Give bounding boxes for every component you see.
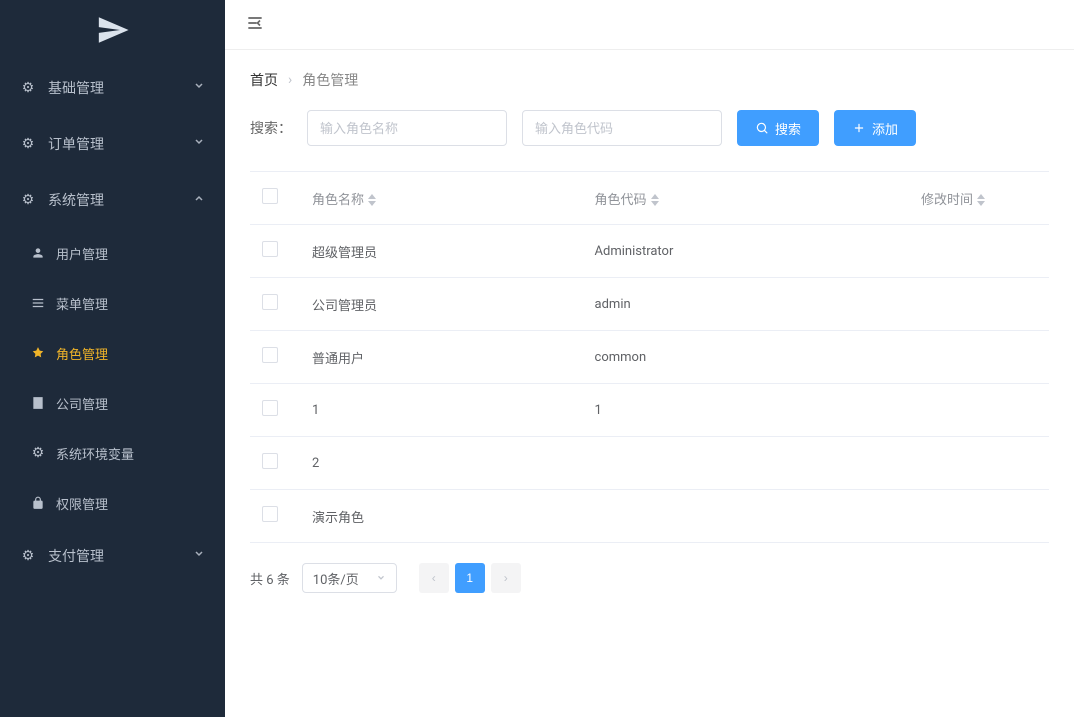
building-icon xyxy=(30,395,46,411)
sidebar-subitem-user[interactable]: 用户管理 xyxy=(0,228,225,278)
topbar xyxy=(225,0,1074,50)
sidebar-subitem-label: 系统环境变量 xyxy=(56,444,134,463)
breadcrumb-current: 角色管理 xyxy=(302,70,358,90)
chevron-down-icon xyxy=(193,136,205,152)
sidebar-subitem-label: 角色管理 xyxy=(56,344,108,363)
prev-page-button[interactable]: ‹ xyxy=(419,563,449,593)
page-size-select[interactable]: 10条/页 xyxy=(302,563,397,593)
add-button-label: 添加 xyxy=(872,119,898,138)
cell-code: common xyxy=(583,331,909,384)
select-all-checkbox[interactable] xyxy=(262,188,278,204)
list-icon xyxy=(30,295,46,311)
sort-icon xyxy=(977,194,985,206)
table-row[interactable]: 普通用户 common xyxy=(250,331,1049,384)
lock-icon xyxy=(30,495,46,511)
cell-mtime xyxy=(909,490,1049,543)
total-label: 共 6 条 xyxy=(250,569,290,588)
breadcrumb: 首页 › 角色管理 xyxy=(250,70,1049,90)
add-button[interactable]: 添加 xyxy=(834,110,916,146)
search-row: 搜索： 搜索 添加 xyxy=(250,110,1049,146)
sidebar-item-label: 订单管理 xyxy=(48,134,104,154)
page-1-button[interactable]: 1 xyxy=(455,563,485,593)
breadcrumb-home[interactable]: 首页 xyxy=(250,70,278,90)
row-checkbox[interactable] xyxy=(262,453,278,469)
table-row[interactable]: 2 xyxy=(250,437,1049,490)
search-icon xyxy=(755,121,769,135)
paper-plane-icon xyxy=(96,13,130,47)
sidebar-item-system[interactable]: 系统管理 xyxy=(0,172,225,228)
cell-code: admin xyxy=(583,278,909,331)
cell-name: 超级管理员 xyxy=(300,225,583,278)
sidebar-item-payment[interactable]: 支付管理 xyxy=(0,528,225,584)
sidebar-item-label: 基础管理 xyxy=(48,78,104,98)
cell-mtime xyxy=(909,331,1049,384)
chevron-down-icon xyxy=(193,80,205,96)
cell-mtime xyxy=(909,278,1049,331)
row-checkbox[interactable] xyxy=(262,506,278,522)
search-button[interactable]: 搜索 xyxy=(737,110,819,146)
cell-code xyxy=(583,490,909,543)
sidebar-item-label: 支付管理 xyxy=(48,546,104,566)
role-icon xyxy=(30,345,46,361)
table-row[interactable]: 超级管理员 Administrator xyxy=(250,225,1049,278)
role-name-input[interactable] xyxy=(307,110,507,146)
gear-icon xyxy=(20,136,36,152)
role-code-input[interactable] xyxy=(522,110,722,146)
gear-icon xyxy=(30,445,46,461)
cell-name: 2 xyxy=(300,437,583,490)
search-label: 搜索： xyxy=(250,118,292,138)
plus-icon xyxy=(852,121,866,135)
sidebar-subitem-env[interactable]: 系统环境变量 xyxy=(0,428,225,478)
sidebar: 基础管理 订单管理 系统管理 xyxy=(0,0,225,717)
sidebar-item-order[interactable]: 订单管理 xyxy=(0,116,225,172)
sidebar-subitem-label: 公司管理 xyxy=(56,394,108,413)
role-table: 角色名称 角色代码 修改时间 超级管理员 Administrator 公司管理员… xyxy=(250,171,1049,543)
col-name[interactable]: 角色名称 xyxy=(300,172,583,225)
next-page-button[interactable]: › xyxy=(491,563,521,593)
table-row[interactable]: 演示角色 xyxy=(250,490,1049,543)
sidebar-subitem-label: 权限管理 xyxy=(56,494,108,513)
col-mtime[interactable]: 修改时间 xyxy=(909,172,1049,225)
sidebar-subitem-menu[interactable]: 菜单管理 xyxy=(0,278,225,328)
pagination: 共 6 条 10条/页 ‹ 1 › xyxy=(250,563,1049,593)
cell-code: 1 xyxy=(583,384,909,437)
chevron-up-icon xyxy=(193,192,205,208)
cell-name: 普通用户 xyxy=(300,331,583,384)
cell-code xyxy=(583,437,909,490)
user-icon xyxy=(30,245,46,261)
row-checkbox[interactable] xyxy=(262,400,278,416)
search-button-label: 搜索 xyxy=(775,119,801,138)
gear-icon xyxy=(20,192,36,208)
sidebar-subitem-company[interactable]: 公司管理 xyxy=(0,378,225,428)
gear-icon xyxy=(20,548,36,564)
sort-icon xyxy=(651,194,659,206)
logo xyxy=(0,0,225,60)
table-row[interactable]: 1 1 xyxy=(250,384,1049,437)
cell-name: 1 xyxy=(300,384,583,437)
row-checkbox[interactable] xyxy=(262,294,278,310)
cell-code: Administrator xyxy=(583,225,909,278)
chevron-down-icon xyxy=(193,548,205,564)
cell-name: 公司管理员 xyxy=(300,278,583,331)
gear-icon xyxy=(20,80,36,96)
chevron-down-icon xyxy=(376,573,386,583)
row-checkbox[interactable] xyxy=(262,347,278,363)
sidebar-subitem-label: 菜单管理 xyxy=(56,294,108,313)
cell-mtime xyxy=(909,225,1049,278)
sidebar-item-label: 系统管理 xyxy=(48,190,104,210)
cell-mtime xyxy=(909,384,1049,437)
sidebar-subitem-role[interactable]: 角色管理 xyxy=(0,328,225,378)
sidebar-item-basic[interactable]: 基础管理 xyxy=(0,60,225,116)
main: 首页 › 角色管理 搜索： 搜索 添加 xyxy=(225,0,1074,717)
row-checkbox[interactable] xyxy=(262,241,278,257)
sort-icon xyxy=(368,194,376,206)
col-code[interactable]: 角色代码 xyxy=(583,172,909,225)
cell-name: 演示角色 xyxy=(300,490,583,543)
sidebar-subitem-perm[interactable]: 权限管理 xyxy=(0,478,225,528)
table-row[interactable]: 公司管理员 admin xyxy=(250,278,1049,331)
collapse-icon[interactable] xyxy=(245,13,265,37)
breadcrumb-separator: › xyxy=(288,72,292,88)
cell-mtime xyxy=(909,437,1049,490)
sidebar-subitem-label: 用户管理 xyxy=(56,244,108,263)
